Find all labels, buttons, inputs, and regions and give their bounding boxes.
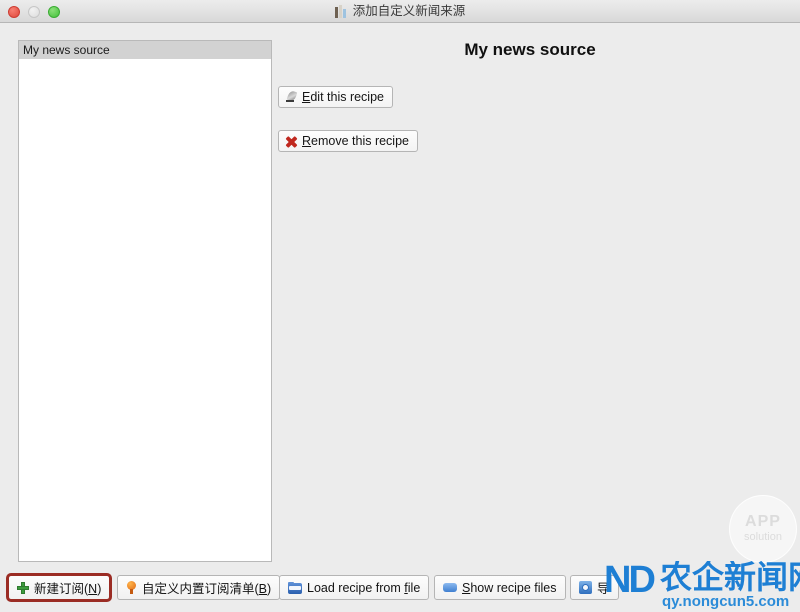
edit-this-recipe-label: Edit this recipe: [302, 90, 384, 104]
close-window-button[interactable]: [8, 6, 20, 18]
remove-this-recipe-button[interactable]: Remove this recipe: [278, 130, 418, 152]
title-bar-content: 添加自定义新闻来源: [0, 0, 800, 23]
red-x-icon: [285, 135, 298, 148]
app-solution-watermark-main: APP: [745, 512, 781, 530]
app-solution-watermark-sub: solution: [744, 530, 782, 543]
list-item-label: My news source: [23, 43, 110, 57]
disc-icon: [579, 581, 592, 594]
remove-this-recipe-label: Remove this recipe: [302, 134, 409, 148]
recipe-list[interactable]: My news source: [18, 40, 272, 562]
title-bar: 添加自定义新闻来源: [0, 0, 800, 23]
new-subscription-label: 新建订阅(N): [34, 582, 102, 596]
export-label: 导: [597, 582, 610, 596]
window-title: 添加自定义新闻来源: [352, 4, 466, 19]
books-icon: [334, 5, 348, 18]
blue-folder-icon: [288, 581, 302, 594]
app-solution-watermark: APP solution: [729, 495, 797, 563]
load-recipe-from-file-label: Load recipe from file: [307, 580, 421, 595]
bottom-toolbar: 新建订阅(N) 自定义内置订阅清单(B) Load recipe from fi…: [0, 571, 800, 612]
quill-icon: [285, 89, 298, 104]
show-recipe-files-button[interactable]: Show recipe files: [434, 575, 566, 600]
application-window: 添加自定义新闻来源 My news source My news source …: [0, 0, 800, 612]
show-recipe-files-label: Show recipe files: [462, 580, 557, 595]
custom-builtin-list-label: 自定义内置订阅清单(B): [142, 582, 272, 596]
list-item[interactable]: My news source: [19, 41, 271, 59]
edit-this-recipe-button[interactable]: Edit this recipe: [278, 86, 393, 108]
blue-block-icon: [443, 583, 457, 592]
page-title: My news source: [464, 40, 596, 59]
maximize-window-button[interactable]: [48, 6, 60, 18]
lightbulb-icon: [126, 581, 137, 594]
custom-builtin-list-button[interactable]: 自定义内置订阅清单(B): [117, 575, 281, 600]
green-plus-icon: [17, 581, 29, 594]
new-subscription-button[interactable]: 新建订阅(N): [5, 573, 113, 602]
load-recipe-from-file-button[interactable]: Load recipe from file: [279, 575, 430, 600]
export-button[interactable]: 导: [570, 575, 619, 600]
minimize-window-button[interactable]: [28, 6, 40, 18]
